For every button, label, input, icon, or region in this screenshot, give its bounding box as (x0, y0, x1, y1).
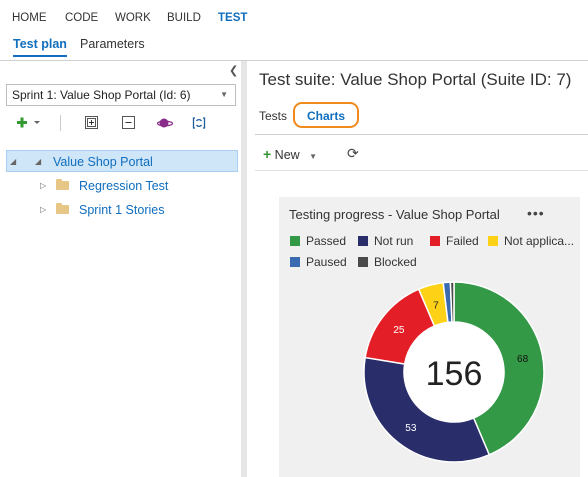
tree-item-value-shop-portal[interactable]: ◢ ◢ Value Shop Portal (6, 150, 238, 172)
chevron-down-icon (34, 121, 40, 124)
tab-charts[interactable]: Charts (307, 109, 345, 123)
chart-card: Testing progress - Value Shop Portal •••… (279, 197, 580, 477)
nav-code[interactable]: CODE (65, 12, 98, 24)
tabs-divider (255, 134, 588, 135)
folder-icon (56, 179, 69, 190)
sub-navigation: Test plan Parameters (0, 34, 588, 61)
tab-tests[interactable]: Tests (259, 109, 287, 123)
legend-swatch (290, 257, 300, 267)
legend-swatch (358, 257, 368, 267)
donut-data-label: 25 (393, 325, 405, 336)
donut-data-label: 68 (517, 354, 529, 365)
more-options-icon[interactable]: ••• (527, 205, 545, 221)
plus-icon: + (263, 146, 272, 162)
page-title: Test suite: Value Shop Portal (Suite ID:… (259, 70, 572, 89)
tree-item-label: Value Shop Portal (53, 155, 153, 169)
collapsed-node-icon[interactable]: ▷ (40, 175, 46, 197)
legend-label: Paused (306, 255, 347, 269)
legend-item-paused: Paused (290, 255, 347, 269)
tab-parameters[interactable]: Parameters (80, 37, 145, 55)
collapse-all-icon[interactable] (122, 116, 135, 129)
new-chart-button[interactable]: + New ▼ (263, 146, 317, 162)
tree-item-label: Regression Test (79, 179, 169, 193)
donut-center-total: 156 (426, 355, 483, 393)
nav-build[interactable]: BUILD (167, 12, 201, 24)
assign-testers-icon[interactable] (192, 116, 206, 130)
toolbar-divider (60, 115, 61, 131)
refresh-icon[interactable]: ⟳ (347, 145, 359, 162)
legend-label: Not run (374, 234, 414, 248)
collapse-pane-icon[interactable]: ❮ (229, 64, 238, 77)
nav-test[interactable]: TEST (218, 12, 247, 24)
tree-item-sprint-1-stories[interactable]: ▷ Sprint 1 Stories (6, 199, 238, 221)
add-suite-button[interactable] (16, 116, 44, 130)
donut-chart: 68 53 25 7 156 (363, 281, 545, 463)
legend-item-not-run: Not run (358, 234, 413, 248)
main-pane: Test suite: Value Shop Portal (Suite ID:… (247, 61, 588, 477)
toolbar-divider (255, 170, 588, 171)
donut-data-label: 7 (433, 300, 439, 311)
legend-label: Not applica... (504, 234, 575, 248)
chevron-down-icon: ▼ (309, 152, 318, 161)
plus-icon-bar-v (20, 117, 24, 128)
legend-label: Passed (306, 234, 347, 248)
test-plan-select[interactable]: Sprint 1: Value Shop Portal (Id: 6) ▼ (6, 84, 236, 106)
expanded-node-icon: ◢ (35, 157, 42, 166)
expand-toggle-icon[interactable]: ◢ (10, 151, 16, 173)
legend-item-failed: Failed (430, 234, 479, 248)
expand-all-icon[interactable] (85, 116, 98, 129)
folder-icon (56, 203, 69, 214)
new-chart-label: New (274, 148, 300, 162)
legend-label: Blocked (374, 255, 417, 269)
legend-swatch (488, 236, 498, 246)
collapsed-node-icon[interactable]: ▷ (40, 199, 46, 221)
chart-title: Testing progress - Value Shop Portal (289, 207, 500, 222)
legend-swatch (290, 236, 300, 246)
legend-label: Failed (446, 234, 479, 248)
assign-configurations-icon[interactable] (157, 116, 173, 130)
legend-swatch (430, 236, 440, 246)
tree-item-regression-test[interactable]: ▷ Regression Test (6, 175, 238, 197)
legend-item-passed: Passed (290, 234, 346, 248)
tree-item-label: Sprint 1 Stories (79, 203, 165, 217)
donut-data-label: 53 (405, 423, 417, 434)
top-navigation: HOME CODE WORK BUILD TEST (0, 0, 588, 34)
chevron-down-icon: ▼ (220, 90, 228, 99)
legend-item-blocked: Blocked (358, 255, 417, 269)
test-plan-select-value: Sprint 1: Value Shop Portal (Id: 6) (12, 88, 191, 102)
legend-swatch (358, 236, 368, 246)
nav-work[interactable]: WORK (115, 12, 151, 24)
legend-item-not-applicable: Not applica... (488, 234, 574, 248)
tab-test-plan[interactable]: Test plan (13, 37, 67, 57)
nav-home[interactable]: HOME (12, 12, 47, 24)
